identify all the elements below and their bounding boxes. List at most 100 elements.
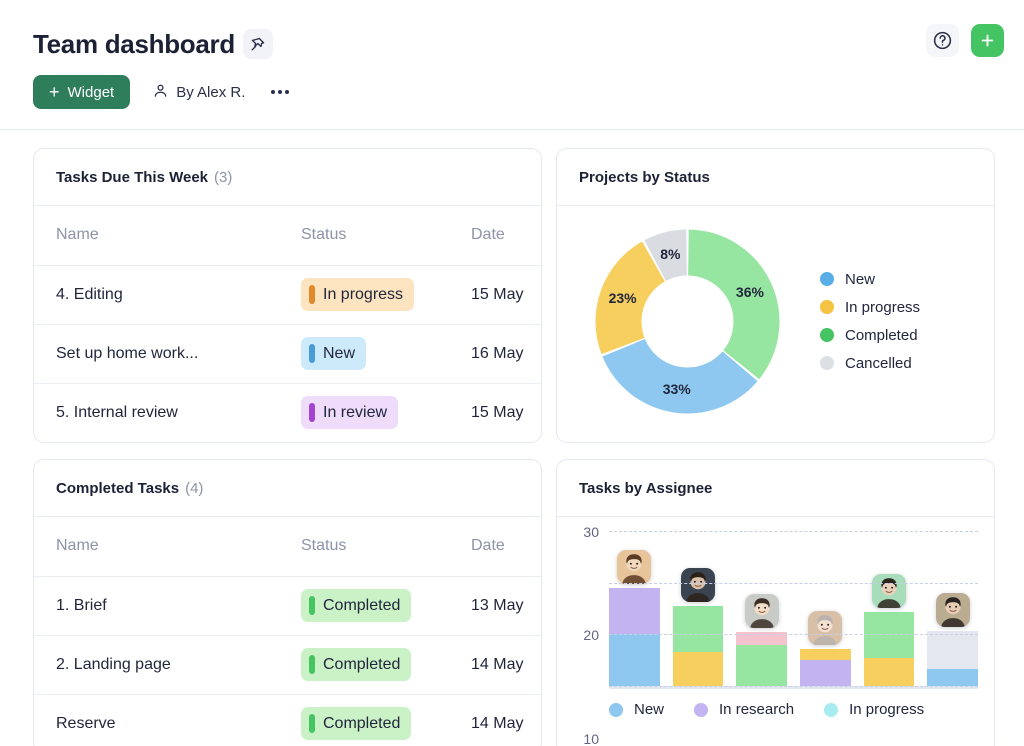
legend-item[interactable]: New [609,701,664,718]
bar-column[interactable] [927,631,978,686]
bar-segment[interactable] [864,658,915,686]
gridline: 10 [609,634,978,635]
legend-label: In progress [845,299,920,316]
cell-status: Completed [279,576,449,635]
status-badge[interactable]: Completed [301,707,411,740]
column-header-status[interactable]: Status [279,517,449,576]
cell-date: 14 May [449,694,541,746]
legend-dot [820,272,834,286]
column-header-date[interactable]: Date [449,517,541,576]
donut-legend: New In progress Completed Cancelled [820,271,920,372]
bar-column[interactable] [736,632,787,686]
card-title-text: Tasks Due This Week [56,169,208,186]
column-header-date[interactable]: Date [449,206,541,265]
table-header-row: Name Status Date [34,206,541,265]
column-header-name[interactable]: Name [34,517,279,576]
card-title-tasks-by-assignee: Tasks by Assignee [557,460,994,517]
legend-dot [820,328,834,342]
cell-status: In review [279,383,449,442]
avatar[interactable] [617,550,651,584]
bar-column[interactable] [864,612,915,686]
status-badge[interactable]: Completed [301,648,411,681]
bar-column[interactable] [673,606,724,686]
table-row[interactable]: 2. Landing pageCompleted14 May [34,635,541,694]
avatar[interactable] [745,594,779,628]
cell-date: 16 May [449,324,541,383]
legend-dot [694,703,708,717]
legend-item[interactable]: In progress [824,701,924,718]
help-circle-icon[interactable] [926,24,959,57]
add-button[interactable] [971,24,1004,57]
bar-column[interactable] [609,588,660,686]
avatar[interactable] [872,574,906,608]
cell-name: 4. Editing [34,265,279,324]
bar-segment[interactable] [800,649,851,660]
avatar[interactable] [808,611,842,645]
donut-segment-completed[interactable] [688,229,779,379]
cell-date: 13 May [449,576,541,635]
bar-segment[interactable] [673,606,724,653]
status-label: In progress [323,286,403,304]
table-row[interactable]: Set up home work...New16 May [34,324,541,383]
action-row: + Widget By Alex R. [33,75,1002,109]
avatar[interactable] [936,593,970,627]
column-header-status[interactable]: Status [279,206,449,265]
bar-segment[interactable] [736,645,787,686]
card-tasks-due: Tasks Due This Week (3) Name Status Date… [33,148,542,443]
more-horizontal-icon[interactable] [267,86,293,98]
status-color-bar [309,714,315,733]
author-chip[interactable]: By Alex R. [152,82,245,103]
status-color-bar [309,655,315,674]
bar-segment[interactable] [927,669,978,686]
legend-item[interactable]: New [820,271,920,288]
y-axis-tick: 30 [583,524,599,540]
y-axis-tick: 10 [583,731,599,746]
card-title-projects-by-status: Projects by Status [557,149,994,206]
cell-name: 1. Brief [34,576,279,635]
title-row: Team dashboard [33,22,1002,66]
completed-tasks-table: Name Status Date 1. Brief Completed 13 May… [34,517,541,746]
status-badge[interactable]: In review [301,396,398,429]
bar-segment[interactable] [609,588,660,635]
bar-segment[interactable] [800,660,851,686]
add-widget-button[interactable]: + Widget [33,75,130,109]
cell-status: New [279,324,449,383]
cell-status: Completed [279,635,449,694]
legend-item[interactable]: Completed [820,327,920,344]
cell-name: 2. Landing page [34,635,279,694]
table-row[interactable]: 5. Internal reviewIn review15 May [34,383,541,442]
legend-item[interactable]: In research [694,701,794,718]
legend-label: New [634,701,664,718]
page-header: Team dashboard + Widget By Alex R. [0,0,1024,130]
cell-status: Completed [279,694,449,746]
user-icon [152,82,169,103]
table-row[interactable]: 4. EditingIn progress15 May [34,265,541,324]
status-badge[interactable]: In progress [301,278,414,311]
gridline: 0 [609,686,978,687]
author-label: By Alex R. [176,84,245,101]
legend-label: Completed [845,327,918,344]
legend-item[interactable]: Cancelled [820,355,920,372]
tasks-due-table: Name Status Date 4. Editing In progress 15… [34,206,541,442]
bar-segment[interactable] [609,634,660,686]
column-header-name[interactable]: Name [34,206,279,265]
status-badge[interactable]: Completed [301,589,411,622]
status-label: Completed [323,715,400,733]
card-count: (3) [214,169,232,186]
bar-segment[interactable] [673,652,724,686]
pin-icon[interactable] [243,29,273,59]
avatar[interactable] [681,568,715,602]
bar-column[interactable] [800,649,851,686]
cell-date: 15 May [449,383,541,442]
donut-label: 23% [609,290,637,306]
table-row[interactable]: Reserve Completed 14 May [34,694,541,746]
cell-name: Reserve [34,694,279,746]
legend-label: In research [719,701,794,718]
table-row[interactable]: 1. Brief Completed 13 May [34,576,541,635]
status-label: Completed [323,656,400,674]
bar-segment[interactable] [927,631,978,670]
card-title-text: Completed Tasks [56,480,179,497]
legend-item[interactable]: In progress [820,299,920,316]
add-widget-label: Widget [68,84,115,101]
status-badge[interactable]: New [301,337,366,370]
